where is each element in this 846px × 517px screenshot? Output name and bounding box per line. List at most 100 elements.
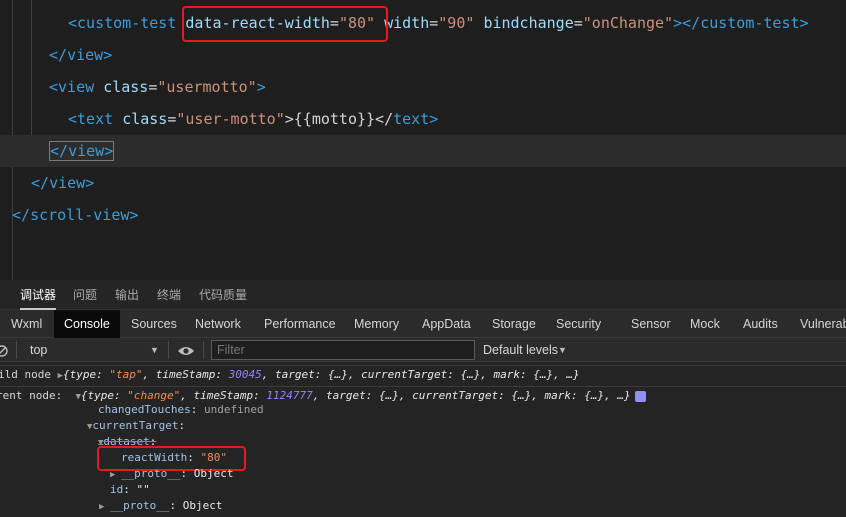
tab-sources[interactable]: Sources bbox=[131, 310, 177, 338]
prop-key: changedTouches bbox=[98, 403, 191, 416]
token: </ bbox=[49, 46, 68, 64]
token: view bbox=[49, 174, 86, 192]
info-badge-icon[interactable] bbox=[634, 390, 646, 402]
chevron-down-icon[interactable]: ▼ bbox=[150, 338, 159, 362]
panel-tab-bar: 调试器 问题 输出 终端 代码质量 bbox=[0, 280, 846, 310]
token: < bbox=[49, 78, 59, 96]
expand-triangle-icon[interactable]: ▶ bbox=[110, 470, 121, 480]
token: </ bbox=[31, 174, 50, 192]
context-select[interactable]: top bbox=[30, 338, 47, 362]
token: class bbox=[122, 110, 168, 128]
prop-value: "tap" bbox=[109, 368, 143, 381]
divider bbox=[203, 341, 204, 359]
token: view bbox=[68, 142, 105, 160]
code-line-text-motto[interactable]: <text class="user-motto">{{motto}}</text… bbox=[0, 103, 846, 135]
token: custom-test bbox=[77, 14, 177, 32]
prop-key: id bbox=[110, 483, 124, 496]
code-line-custom-test[interactable]: <custom-test data-react-width="80" width… bbox=[0, 7, 846, 39]
token: </ bbox=[50, 142, 69, 160]
clear-console-icon[interactable] bbox=[0, 344, 8, 357]
prop-key: __proto__ bbox=[120, 467, 181, 480]
console-message[interactable]: ild node ▶{type: "tap", timeStamp: 30045… bbox=[0, 365, 580, 385]
token: > bbox=[104, 142, 114, 160]
token: > bbox=[256, 78, 266, 96]
token: < bbox=[68, 14, 78, 32]
tab-storage[interactable]: Storage bbox=[492, 310, 536, 338]
token: ></ bbox=[673, 14, 701, 32]
token: > bbox=[799, 14, 809, 32]
token: view bbox=[58, 78, 95, 96]
prop-value: undefined bbox=[203, 403, 264, 416]
token: > bbox=[103, 46, 113, 64]
tab-mock[interactable]: Mock bbox=[690, 310, 720, 338]
tab-performance[interactable]: Performance bbox=[264, 310, 336, 338]
expand-triangle-icon[interactable]: ▶ bbox=[99, 502, 110, 512]
prop-key: currentTarget bbox=[92, 419, 179, 432]
prop-value: "change" bbox=[127, 389, 181, 402]
tab-appdata[interactable]: AppData bbox=[422, 310, 471, 338]
token: < bbox=[68, 110, 78, 128]
prop-rest: , target: {…}, currentTarget: {…}, mark:… bbox=[261, 368, 580, 381]
code-line-view-close[interactable]: </view> bbox=[0, 167, 846, 199]
divider bbox=[16, 341, 17, 359]
token: "usermotto" bbox=[157, 78, 257, 96]
chevron-down-icon[interactable]: ▼ bbox=[558, 338, 567, 362]
tab-audits[interactable]: Audits bbox=[743, 310, 778, 338]
divider bbox=[168, 341, 169, 359]
panel-tab-terminal[interactable]: 终端 bbox=[157, 280, 181, 310]
log-prefix: rent node: bbox=[0, 389, 63, 402]
prop-value: "" bbox=[136, 483, 150, 496]
tab-network[interactable]: Network bbox=[195, 310, 241, 338]
prop-value: 30045 bbox=[228, 368, 262, 381]
tab-wxml[interactable]: Wxml bbox=[11, 310, 42, 338]
token: text bbox=[393, 110, 430, 128]
token: "user-motto" bbox=[176, 110, 285, 128]
filter-input[interactable] bbox=[211, 340, 475, 360]
tab-vulnerability[interactable]: Vulnerab bbox=[800, 310, 846, 338]
tree-node[interactable]: changedTouches: undefined bbox=[98, 402, 264, 418]
tree-node[interactable]: id: "" bbox=[110, 482, 150, 498]
tab-sensor[interactable]: Sensor bbox=[631, 310, 671, 338]
panel-tab-code-quality[interactable]: 代码质量 bbox=[199, 280, 247, 310]
tree-node[interactable]: ▶ __proto__: Object bbox=[110, 466, 233, 482]
console-message[interactable]: rent node: ▼{type: "change", timeStamp: … bbox=[0, 386, 646, 406]
token: > bbox=[129, 206, 139, 224]
console-output: ild node ▶{type: "tap", timeStamp: 30045… bbox=[0, 362, 846, 517]
prop-key: __proto__ bbox=[109, 499, 170, 512]
console-toolbar: top ▼ Default levels ▼ bbox=[0, 338, 846, 362]
code-line-view-close[interactable]: </view> bbox=[0, 39, 846, 71]
tool-tab-bar: Wxml Console Sources Network Performance… bbox=[0, 310, 846, 338]
token: = bbox=[573, 14, 583, 32]
prop-value: Object bbox=[193, 467, 234, 480]
tab-memory[interactable]: Memory bbox=[354, 310, 399, 338]
token: bindchange bbox=[483, 14, 574, 32]
tree-node[interactable]: ▼currentTarget: bbox=[87, 418, 185, 434]
tab-console[interactable]: Console bbox=[54, 310, 120, 338]
token: = bbox=[429, 14, 439, 32]
token: view bbox=[67, 46, 104, 64]
tree-node[interactable]: ▶ __proto__: Object bbox=[99, 498, 222, 514]
prop-value: Object bbox=[182, 499, 223, 512]
token: > bbox=[85, 174, 95, 192]
token: scroll-view bbox=[30, 206, 130, 224]
token: </ bbox=[12, 206, 31, 224]
log-levels-select[interactable]: Default levels bbox=[483, 338, 558, 362]
tab-security[interactable]: Security bbox=[556, 310, 601, 338]
token: class bbox=[103, 78, 149, 96]
code-line-view-usermotto[interactable]: <view class="usermotto"> bbox=[0, 71, 846, 103]
prop-key: type bbox=[69, 368, 97, 381]
code-editor[interactable]: <custom-test data-react-width="80" width… bbox=[0, 0, 846, 280]
code-line-scroll-view-close[interactable]: </scroll-view> bbox=[0, 199, 846, 231]
token: "90" bbox=[438, 14, 475, 32]
panel-tab-output[interactable]: 输出 bbox=[115, 280, 139, 310]
prop-rest: , target: {…}, currentTarget: {…}, mark:… bbox=[312, 389, 631, 402]
panel-tab-debugger[interactable]: 调试器 bbox=[20, 280, 57, 310]
token: custom-test bbox=[700, 14, 800, 32]
code-line-current[interactable]: </view> bbox=[0, 135, 846, 167]
eye-icon[interactable] bbox=[177, 344, 195, 356]
panel-tab-problems[interactable]: 问题 bbox=[73, 280, 97, 310]
log-prefix: ild node bbox=[0, 368, 51, 381]
token: > bbox=[429, 110, 439, 128]
prop-key: timeStamp bbox=[193, 389, 254, 402]
token: text bbox=[77, 110, 114, 128]
